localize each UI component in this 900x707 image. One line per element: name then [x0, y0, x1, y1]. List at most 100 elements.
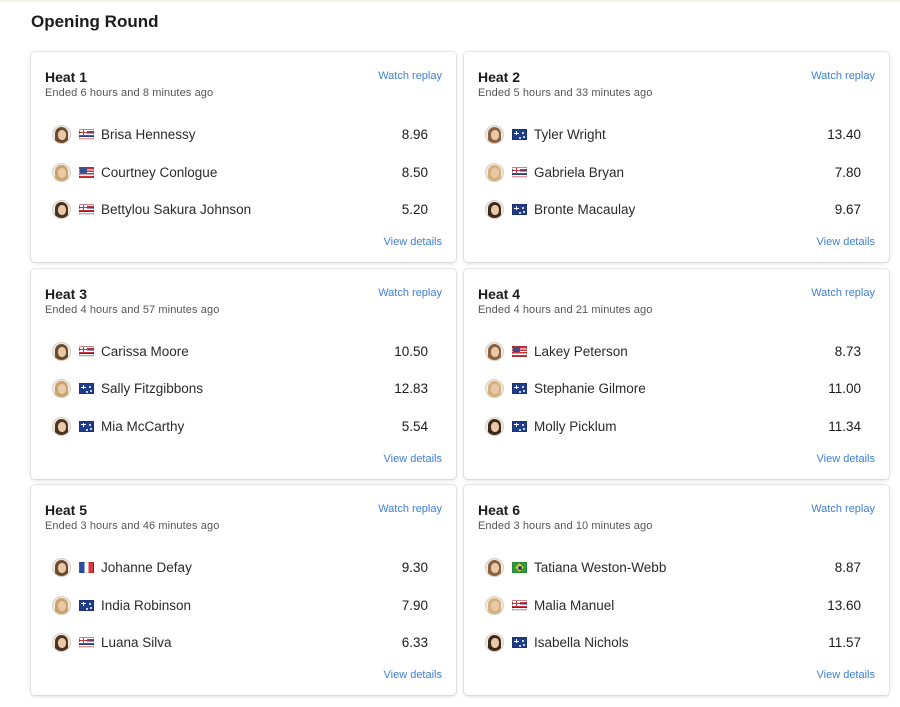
surfer-name: Johanne Defay: [101, 560, 192, 576]
flag-hawaii: [79, 204, 94, 216]
surfer-name: Bettylou Sakura Johnson: [101, 202, 252, 218]
surfer-row[interactable]: Mia McCarthy 5.54: [52, 408, 428, 446]
watch-replay-link[interactable]: Watch replay: [811, 70, 875, 82]
surfer-name: Luana Silva: [101, 635, 172, 651]
surfer-name: Gabriela Bryan: [534, 164, 625, 180]
surfer-score: 13.60: [827, 597, 861, 613]
flag-australia: [79, 383, 94, 395]
surfer-avatar: [52, 558, 71, 578]
surfer-score: 9.67: [834, 202, 861, 218]
surfer-row[interactable]: Molly Picklum 11.34: [485, 408, 861, 446]
surfer-avatar: [485, 595, 504, 615]
surfer-row[interactable]: Johanne Defay 9.30: [52, 549, 428, 587]
surfer-avatar: [52, 633, 71, 653]
surfer-score: 8.96: [401, 127, 428, 143]
surfer-row[interactable]: Tatiana Weston-Webb 8.87: [485, 549, 861, 587]
surfer-name: Molly Picklum: [534, 418, 617, 434]
view-details-link[interactable]: View details: [384, 453, 443, 465]
view-details-link[interactable]: View details: [384, 669, 443, 681]
surfer-list: Lakey Peterson 8.73 Stephanie Gilmore 11…: [485, 333, 861, 446]
surfer-score: 9.30: [401, 560, 428, 576]
surfer-row[interactable]: Luana Silva 6.33: [52, 624, 428, 662]
heat-ended-time: Ended 4 hours and 21 minutes ago: [478, 303, 653, 316]
watch-replay-link[interactable]: Watch replay: [811, 503, 875, 515]
surfer-name: Courtney Conlogue: [101, 164, 218, 180]
flag-costa-rica: [79, 129, 94, 141]
heat-title: Heat 5: [45, 502, 88, 518]
view-details-link[interactable]: View details: [384, 236, 443, 248]
surfer-row[interactable]: Brisa Hennessy 8.96: [52, 116, 428, 154]
flag-france: [79, 562, 94, 574]
surfer-list: Brisa Hennessy 8.96 Courtney Conlogue 8.…: [52, 116, 428, 229]
heat-card: Heat 5 Ended 3 hours and 46 minutes ago …: [31, 485, 456, 695]
watch-replay-link[interactable]: Watch replay: [811, 287, 875, 299]
surfer-row[interactable]: Sally Fitzgibbons 12.83: [52, 370, 428, 408]
surfer-name: Tyler Wright: [534, 127, 606, 143]
flag-australia: [79, 420, 94, 432]
flag-australia: [512, 420, 527, 432]
surfer-name: Malia Manuel: [534, 597, 615, 613]
surfer-row[interactable]: Courtney Conlogue 8.50: [52, 154, 428, 192]
view-details-link[interactable]: View details: [817, 453, 876, 465]
flag-usa: [79, 166, 94, 178]
surfer-score: 10.50: [394, 343, 428, 359]
surfer-row[interactable]: Carissa Moore 10.50: [52, 333, 428, 371]
heat-ended-time: Ended 4 hours and 57 minutes ago: [45, 303, 220, 316]
surfer-row[interactable]: Stephanie Gilmore 11.00: [485, 370, 861, 408]
surfer-name: Tatiana Weston-Webb: [534, 560, 667, 576]
surfer-score: 8.73: [834, 343, 861, 359]
heat-title: Heat 1: [45, 69, 88, 85]
flag-australia: [79, 599, 94, 611]
surfer-row[interactable]: India Robinson 7.90: [52, 587, 428, 625]
view-details-link[interactable]: View details: [817, 669, 876, 681]
surfer-score: 13.40: [827, 127, 861, 143]
heats-grid: Heat 1 Ended 6 hours and 8 minutes ago W…: [31, 52, 889, 695]
flag-australia: [512, 383, 527, 395]
surfer-row[interactable]: Lakey Peterson 8.73: [485, 333, 861, 371]
surfer-row[interactable]: Malia Manuel 13.60: [485, 587, 861, 625]
watch-replay-link[interactable]: Watch replay: [378, 503, 442, 515]
surfer-avatar: [52, 162, 71, 182]
surfer-row[interactable]: Bettylou Sakura Johnson 5.20: [52, 191, 428, 229]
watch-replay-link[interactable]: Watch replay: [378, 287, 442, 299]
heat-card: Heat 4 Ended 4 hours and 21 minutes ago …: [464, 268, 889, 479]
heat-card: Heat 1 Ended 6 hours and 8 minutes ago W…: [31, 52, 456, 262]
surfer-avatar: [485, 633, 504, 653]
heat-ended-time: Ended 3 hours and 10 minutes ago: [478, 520, 653, 532]
heat-title: Heat 2: [478, 69, 521, 85]
surfer-score: 11.34: [828, 418, 861, 434]
surfer-row[interactable]: Bronte Macaulay 9.67: [485, 191, 861, 229]
flag-australia: [512, 637, 527, 649]
surfer-avatar: [52, 595, 71, 615]
surfer-name: India Robinson: [101, 597, 192, 613]
heat-ended-time: Ended 6 hours and 8 minutes ago: [45, 87, 214, 99]
top-divider: [0, 0, 900, 2]
surfer-avatar: [485, 416, 504, 436]
surfer-row[interactable]: Gabriela Bryan 7.80: [485, 154, 861, 192]
flag-hawaii: [79, 345, 94, 357]
surfer-row[interactable]: Tyler Wright 13.40: [485, 116, 861, 154]
surfer-name: Isabella Nichols: [534, 635, 629, 651]
surfer-row[interactable]: Isabella Nichols 11.57: [485, 624, 861, 662]
surfer-avatar: [485, 341, 504, 361]
surfer-score: 7.90: [401, 597, 428, 613]
flag-australia: [512, 204, 527, 216]
watch-replay-link[interactable]: Watch replay: [378, 70, 442, 82]
surfer-name: Carissa Moore: [101, 343, 189, 359]
surfer-name: Brisa Hennessy: [101, 127, 196, 143]
surfer-list: Johanne Defay 9.30 India Robinson 7.90 L…: [52, 549, 428, 662]
surfer-avatar: [52, 416, 71, 436]
surfer-avatar: [52, 125, 71, 145]
page-title: Opening Round: [31, 12, 159, 31]
surfer-name: Bronte Macaulay: [534, 202, 636, 218]
surfer-avatar: [485, 200, 504, 220]
heat-ended-time: Ended 5 hours and 33 minutes ago: [478, 87, 653, 99]
flag-australia: [512, 129, 527, 141]
surfer-list: Tyler Wright 13.40 Gabriela Bryan 7.80 B…: [485, 116, 861, 229]
view-details-link[interactable]: View details: [817, 236, 876, 248]
surfer-name: Sally Fitzgibbons: [101, 381, 204, 397]
surfer-score: 8.87: [834, 560, 861, 576]
surfer-avatar: [52, 379, 71, 399]
surfer-avatar: [485, 162, 504, 182]
surfer-score: 6.33: [401, 635, 428, 651]
